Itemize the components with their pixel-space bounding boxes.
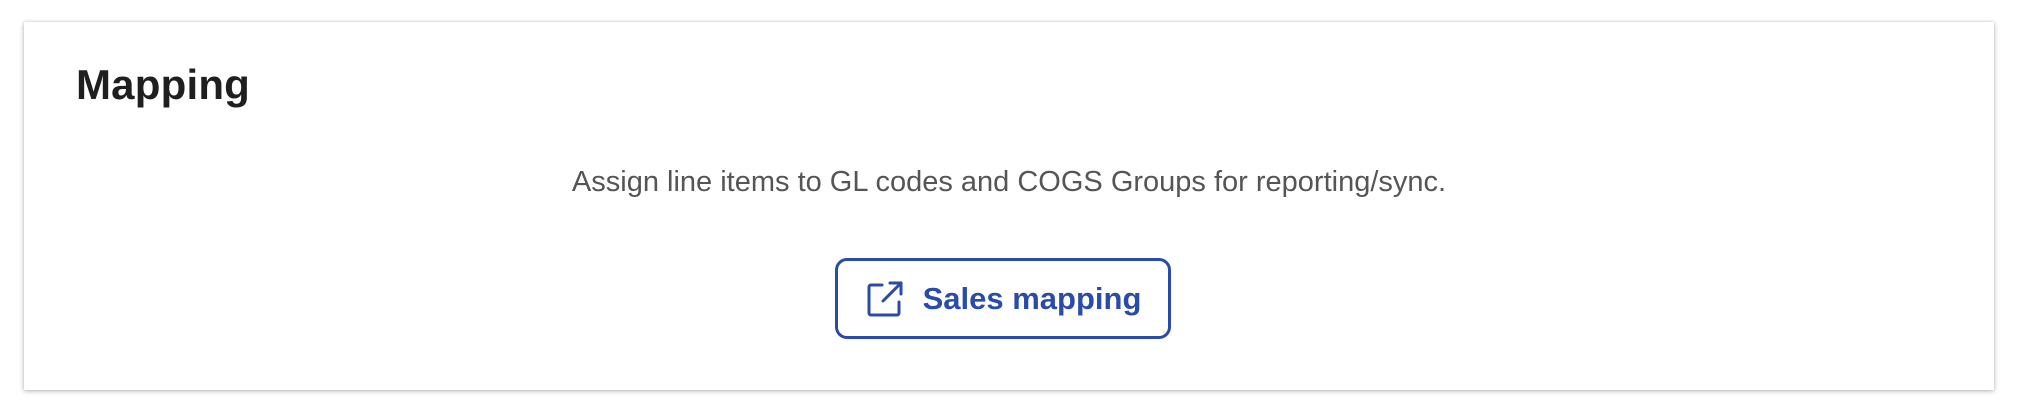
sales-mapping-button[interactable]: Sales mapping <box>835 258 1171 339</box>
card-description: Assign line items to GL codes and COGS G… <box>571 166 1447 198</box>
external-link-icon <box>865 279 905 319</box>
card-title: Mapping <box>76 61 251 108</box>
sales-mapping-label: Sales mapping <box>922 281 1142 316</box>
mapping-card: Mapping Assign line items to GL codes an… <box>24 22 1994 390</box>
